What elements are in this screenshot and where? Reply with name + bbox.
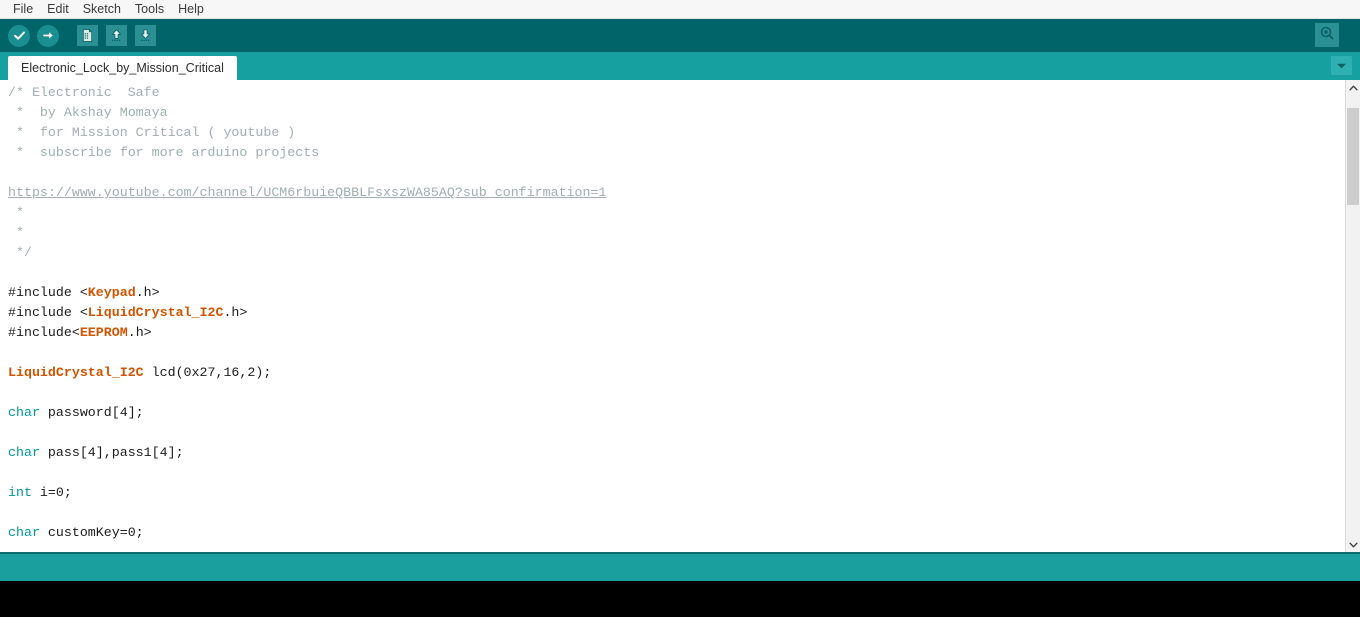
tab-label: Electronic_Lock_by_Mission_Critical [21, 61, 224, 75]
console-output[interactable] [0, 581, 1360, 617]
code-line: char password[4]; [8, 403, 1345, 423]
code-line: */ [8, 243, 1345, 263]
toolbar-separator [64, 23, 74, 49]
file-icon [76, 25, 98, 46]
code-line: #include<EEPROM.h> [8, 323, 1345, 343]
code-token: * [8, 225, 24, 240]
magnifier-icon [1319, 25, 1335, 46]
code-editor[interactable]: /* Electronic Safe * by Akshay Momaya * … [0, 80, 1345, 552]
code-token: customKey=0; [39, 525, 144, 540]
code-line: #include <LiquidCrystal_I2C.h> [8, 303, 1345, 323]
serial-monitor-button[interactable] [1315, 23, 1339, 47]
tab-electronic-lock-by-mission-critical[interactable]: Electronic_Lock_by_Mission_Critical [8, 56, 237, 80]
code-token: * [8, 205, 24, 220]
code-line: LiquidCrystal_I2C lcd(0x27,16,2); [8, 363, 1345, 383]
upload-button[interactable] [35, 23, 61, 49]
code-token: */ [8, 245, 32, 260]
status-bar [0, 552, 1360, 581]
toolbar [0, 19, 1360, 52]
code-token: lcd(0x27,16,2); [143, 365, 272, 380]
arrow-up-icon [105, 25, 127, 46]
code-token: password[4]; [39, 405, 144, 420]
code-token: EEPROM [79, 325, 128, 340]
chevron-down-icon [1336, 57, 1347, 75]
menu-item-sketch[interactable]: Sketch [76, 0, 128, 18]
menu-item-help[interactable]: Help [171, 0, 211, 18]
code-line: * subscribe for more arduino projects [8, 143, 1345, 163]
arrow-down-icon [134, 25, 156, 46]
code-line: * by Akshay Momaya [8, 103, 1345, 123]
arrow-right-icon [37, 24, 59, 47]
save-sketch-button[interactable] [132, 23, 158, 49]
code-token: .h> [127, 325, 152, 340]
code-token: * by Akshay Momaya [8, 105, 168, 120]
code-token: #include < [8, 305, 88, 320]
code-token: * for Mission Critical ( youtube ) [8, 125, 296, 140]
code-token: .h> [135, 285, 160, 300]
tab-menu-button[interactable] [1331, 56, 1352, 75]
tab-bar: Electronic_Lock_by_Mission_Critical [0, 52, 1360, 80]
code-token: char [8, 445, 40, 460]
new-sketch-button[interactable] [74, 23, 100, 49]
code-line: char pass[4],pass1[4]; [8, 443, 1345, 463]
code-link[interactable]: https://www.youtube.com/channel/UCM6rbui… [8, 185, 606, 200]
check-icon [8, 24, 30, 47]
code-line: https://www.youtube.com/channel/UCM6rbui… [8, 183, 1345, 203]
code-token: pass[4],pass1[4]; [39, 445, 184, 460]
code-token: char [8, 525, 40, 540]
code-token: LiquidCrystal_I2C [8, 365, 144, 380]
code-token: .h> [223, 305, 248, 320]
scroll-up-arrow-icon[interactable] [1346, 80, 1360, 95]
code-line: * [8, 203, 1345, 223]
code-line: * [8, 223, 1345, 243]
menu-item-edit[interactable]: Edit [40, 0, 76, 18]
code-token: Keypad [87, 285, 136, 300]
code-line: int i=0; [8, 483, 1345, 503]
code-token: * subscribe for more arduino projects [8, 145, 320, 160]
menu-bar: File Edit Sketch Tools Help [0, 0, 1360, 19]
code-line: char customKey=0; [8, 523, 1345, 543]
code-token: /* Electronic Safe [8, 85, 160, 100]
code-token: #include< [8, 325, 80, 340]
scroll-down-arrow-icon[interactable] [1346, 537, 1360, 552]
code-line: #include <Keypad.h> [8, 283, 1345, 303]
code-token: i=0; [31, 485, 72, 500]
menu-item-file[interactable]: File [6, 0, 40, 18]
editor-area: /* Electronic Safe * by Akshay Momaya * … [0, 80, 1360, 552]
open-sketch-button[interactable] [103, 23, 129, 49]
code-token: #include < [8, 285, 88, 300]
code-token: LiquidCrystal_I2C [87, 305, 224, 320]
vertical-scrollbar[interactable] [1345, 80, 1360, 552]
code-token: char [8, 405, 40, 420]
code-line: /* Electronic Safe [8, 83, 1345, 103]
menu-item-tools[interactable]: Tools [128, 0, 171, 18]
scrollbar-thumb[interactable] [1347, 108, 1359, 205]
code-token: int [8, 485, 32, 500]
code-line: * for Mission Critical ( youtube ) [8, 123, 1345, 143]
verify-button[interactable] [6, 23, 32, 49]
